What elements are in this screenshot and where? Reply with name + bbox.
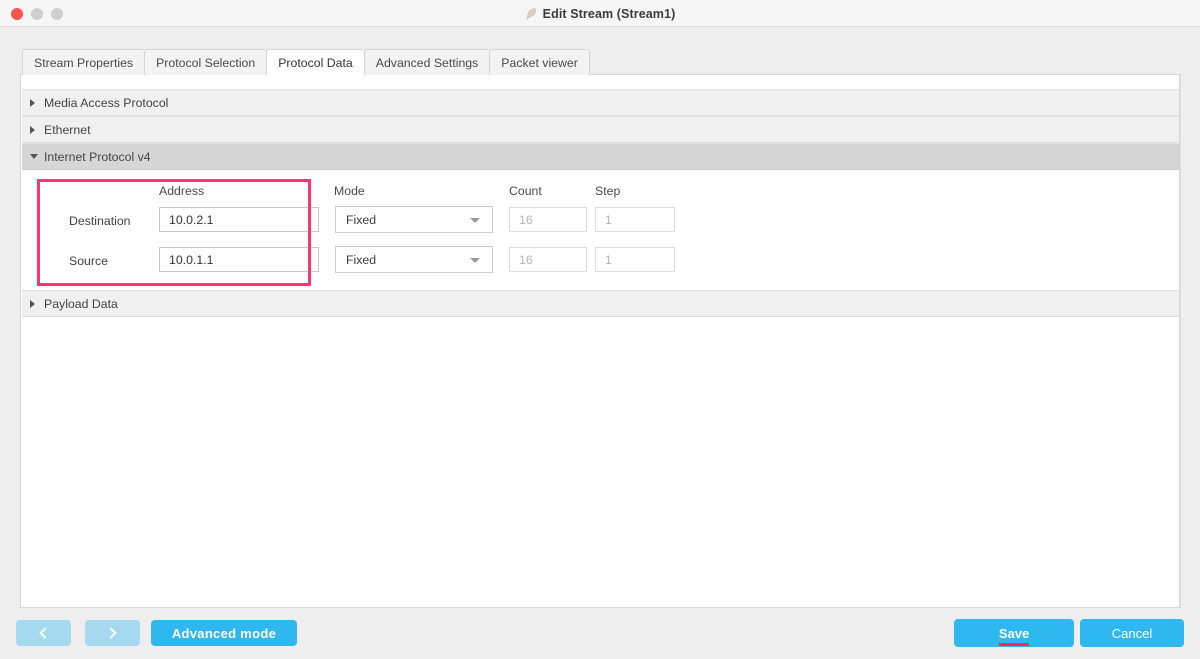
window-title: Edit Stream (Stream1) xyxy=(542,6,676,21)
accordion-header-payload-data[interactable]: Payload Data xyxy=(22,290,1179,317)
protocol-data-panel: Media Access Protocol Ethernet Internet … xyxy=(20,74,1180,608)
protocol-accordion: Media Access Protocol Ethernet Internet … xyxy=(22,89,1179,317)
row-label-source: Source xyxy=(69,254,108,268)
accordion-header-media-access-protocol[interactable]: Media Access Protocol xyxy=(22,89,1179,116)
accordion-label-ethernet: Ethernet xyxy=(44,122,91,137)
title-bar: Edit Stream (Stream1) xyxy=(0,0,1200,27)
accordion-header-ethernet[interactable]: Ethernet xyxy=(22,116,1179,143)
column-header-count: Count xyxy=(509,184,542,198)
tab-bar: Stream Properties Protocol Selection Pro… xyxy=(22,48,590,76)
tab-stream-properties[interactable]: Stream Properties xyxy=(22,49,145,75)
source-mode-value: Fixed xyxy=(346,252,377,267)
accordion-label-payload-data: Payload Data xyxy=(44,296,118,311)
edit-stream-window: Edit Stream (Stream1) Stream Properties … xyxy=(0,0,1200,659)
feather-icon xyxy=(525,7,537,21)
save-underline-annotation xyxy=(998,642,1030,646)
destination-address-input[interactable]: 10.0.2.1 xyxy=(159,207,319,232)
column-header-step: Step xyxy=(595,184,621,198)
column-header-address: Address xyxy=(159,184,205,198)
tab-protocol-selection[interactable]: Protocol Selection xyxy=(144,49,267,75)
chevron-left-icon xyxy=(39,627,51,639)
chevron-right-icon xyxy=(30,299,35,308)
destination-count-input[interactable]: 16 xyxy=(509,207,587,232)
tab-packet-viewer[interactable]: Packet viewer xyxy=(489,49,590,75)
source-count-input[interactable]: 16 xyxy=(509,247,587,272)
tab-advanced-settings[interactable]: Advanced Settings xyxy=(363,49,490,75)
chevron-down-icon xyxy=(30,154,38,159)
accordion-header-internet-protocol-v4[interactable]: Internet Protocol v4 xyxy=(22,143,1179,170)
row-label-destination: Destination xyxy=(69,214,131,228)
chevron-right-icon xyxy=(30,98,35,107)
next-button[interactable] xyxy=(85,620,140,646)
save-button-label: Save xyxy=(998,626,1030,646)
source-step-input[interactable]: 1 xyxy=(595,247,675,272)
tab-protocol-data[interactable]: Protocol Data xyxy=(266,49,364,76)
chevron-right-icon xyxy=(30,125,35,134)
title-container: Edit Stream (Stream1) xyxy=(0,0,1200,27)
chevron-down-icon xyxy=(470,218,480,223)
cancel-button[interactable]: Cancel xyxy=(1080,619,1184,647)
accordion-label-internet-protocol-v4: Internet Protocol v4 xyxy=(44,149,151,164)
chevron-down-icon xyxy=(470,258,480,263)
save-button[interactable]: Save xyxy=(954,619,1074,647)
destination-mode-value: Fixed xyxy=(346,212,377,227)
source-mode-select[interactable]: Fixed xyxy=(335,246,493,273)
accordion-label-media-access-protocol: Media Access Protocol xyxy=(44,95,169,110)
source-address-input[interactable]: 10.0.1.1 xyxy=(159,247,319,272)
footer-bar: Advanced mode Save Cancel xyxy=(0,608,1200,659)
destination-mode-select[interactable]: Fixed xyxy=(335,206,493,233)
ipv4-form: Address Mode Count Step Destination 10.0… xyxy=(22,170,1179,290)
advanced-mode-button[interactable]: Advanced mode xyxy=(151,620,297,646)
column-header-mode: Mode xyxy=(334,184,365,198)
destination-step-input[interactable]: 1 xyxy=(595,207,675,232)
previous-button[interactable] xyxy=(16,620,71,646)
chevron-right-icon xyxy=(105,627,117,639)
